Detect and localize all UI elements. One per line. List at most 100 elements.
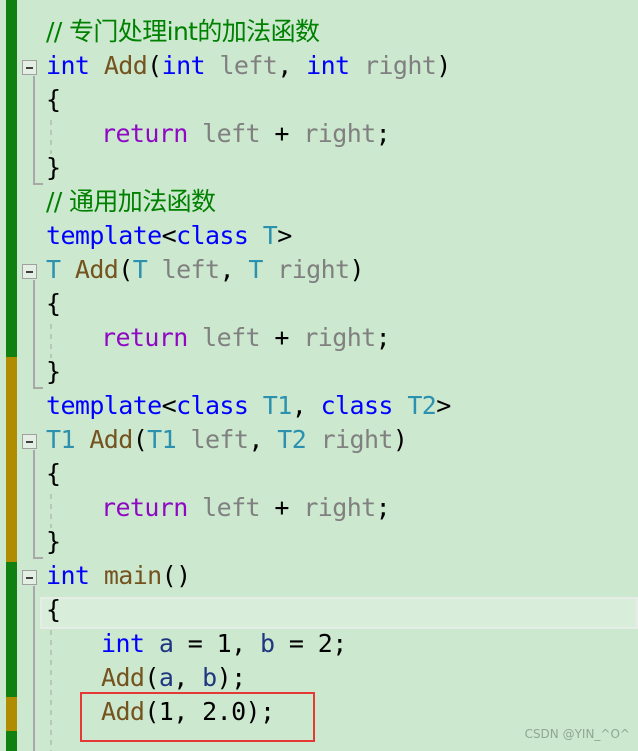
code-token: (): [161, 561, 192, 590]
code-line[interactable]: template<class T1, class T2>: [46, 389, 451, 423]
code-token: T1: [262, 391, 293, 420]
code-line[interactable]: return left + right;: [46, 321, 391, 355]
code-line[interactable]: return left + right;: [46, 117, 391, 151]
outline-guide-end: [33, 387, 43, 389]
code-token: int: [161, 51, 206, 80]
code-token: a: [158, 663, 174, 692]
code-token: ,: [291, 391, 321, 420]
code-token: T1: [46, 425, 76, 454]
code-token: class: [320, 391, 394, 420]
outline-guide: [33, 586, 35, 751]
code-token: Add: [89, 425, 133, 454]
code-line[interactable]: {: [46, 593, 61, 627]
code-token: Add: [103, 51, 148, 80]
code-token: left: [202, 493, 260, 522]
code-token: class: [176, 221, 249, 250]
code-line[interactable]: {: [46, 83, 61, 117]
code-token: {: [46, 459, 61, 488]
code-token: <: [161, 221, 177, 250]
code-token: }: [46, 357, 61, 386]
code-line[interactable]: template<class T>: [46, 219, 292, 253]
collapse-toggle-icon[interactable]: [22, 570, 37, 585]
code-token: left: [202, 323, 260, 352]
code-line[interactable]: }: [46, 355, 61, 389]
code-line[interactable]: return left + right;: [46, 491, 391, 525]
code-token: int: [46, 561, 90, 590]
code-token: }: [46, 527, 61, 556]
change-bar-saved: [6, 0, 17, 357]
code-token: int: [46, 51, 90, 80]
code-line[interactable]: {: [46, 287, 61, 321]
code-token: T2: [407, 391, 437, 420]
change-bar-unsaved: [6, 357, 17, 562]
code-token: template: [46, 391, 162, 420]
code-token: ;: [375, 493, 391, 522]
code-line[interactable]: }: [46, 525, 61, 559]
code-token: {: [46, 289, 61, 318]
code-token: ): [392, 425, 408, 454]
change-bar-unsaved: [6, 697, 17, 731]
collapse-toggle-icon[interactable]: [22, 264, 37, 279]
code-line[interactable]: int Add(int left, int right): [46, 49, 451, 83]
current-line-highlight: [40, 597, 638, 629]
code-line[interactable]: int a = 1, b = 2;: [46, 627, 347, 661]
code-token: ): [349, 255, 365, 284]
outline-guide: [33, 280, 35, 388]
code-token: left: [161, 255, 220, 284]
code-token: +: [259, 323, 304, 352]
outline-guide: [33, 76, 35, 184]
collapse-toggle-icon[interactable]: [22, 434, 37, 449]
code-editor[interactable]: // 专门处理int的加法函数 int Add(int left, int rig…: [0, 0, 638, 751]
code-token: right: [277, 255, 350, 284]
code-token: left: [219, 51, 278, 80]
code-line[interactable]: }: [46, 151, 61, 185]
code-token: template: [46, 221, 162, 250]
code-token: right: [303, 323, 376, 352]
outline-guide: [33, 450, 35, 558]
code-token: = 2;: [274, 629, 347, 658]
code-line[interactable]: T1 Add(T1 left, T2 right): [46, 423, 408, 457]
code-token: (: [132, 425, 148, 454]
code-token: }: [46, 153, 61, 182]
outline-guide-end: [33, 183, 43, 185]
annotation-highlight-box: [80, 692, 315, 742]
code-token: T: [248, 255, 263, 284]
code-line[interactable]: // 通用加法函数: [46, 185, 216, 219]
code-token: return: [101, 119, 188, 148]
code-token: // 通用加法函数: [46, 187, 216, 216]
code-token: left: [190, 425, 249, 454]
code-token: ;: [375, 323, 391, 352]
code-line[interactable]: T Add(T left, T right): [46, 253, 365, 287]
code-line[interactable]: {: [46, 457, 61, 491]
code-line[interactable]: // 专门处理int的加法函数: [46, 15, 320, 49]
change-bar-saved: [6, 562, 17, 697]
code-token: b: [259, 629, 275, 658]
code-token: a: [158, 629, 174, 658]
code-token: ,: [277, 51, 307, 80]
code-token: ;: [375, 119, 391, 148]
code-token: <: [161, 391, 177, 420]
code-token: T2: [277, 425, 307, 454]
collapse-toggle-icon[interactable]: [22, 60, 37, 75]
code-token: b: [202, 663, 217, 692]
code-token: right: [303, 493, 376, 522]
code-line[interactable]: int main(): [46, 559, 191, 593]
code-token: );: [216, 663, 247, 692]
watermark: CSDN @YIN_^O^: [524, 727, 630, 741]
code-token: = 1,: [173, 629, 260, 658]
code-token: >: [277, 221, 292, 250]
code-line[interactable]: Add(a, b);: [46, 661, 246, 695]
code-token: return: [101, 323, 188, 352]
code-token: right: [363, 51, 437, 80]
code-token: left: [202, 119, 260, 148]
code-token: T1: [147, 425, 177, 454]
